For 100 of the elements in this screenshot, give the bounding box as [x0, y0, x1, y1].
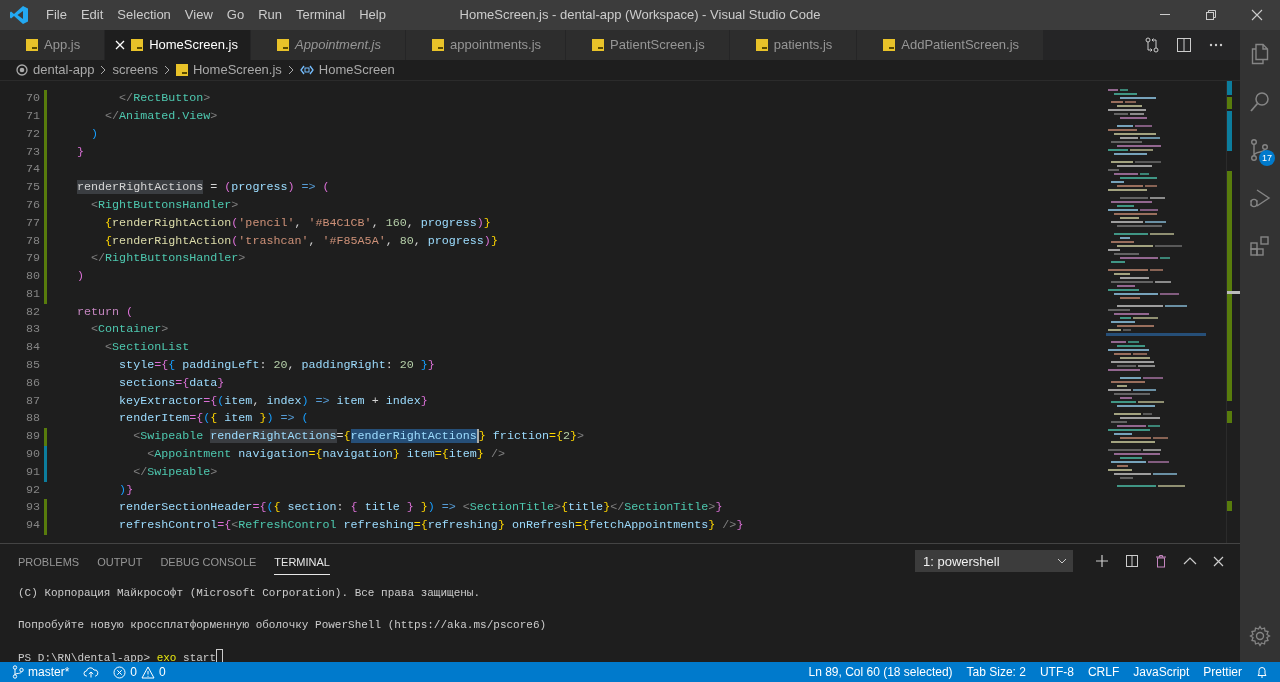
terminal-select[interactable]: 1: powershell — [915, 550, 1073, 573]
line-number: 71 — [24, 107, 40, 125]
breadcrumb-item[interactable]: HomeScreen — [318, 60, 395, 80]
line-number: 88 — [24, 410, 40, 428]
bell-icon[interactable] — [1256, 665, 1268, 679]
status-item[interactable]: Ln 89, Col 60 (18 selected) — [801, 662, 960, 682]
problems-indicator[interactable]: 0 0 — [106, 662, 173, 682]
terminal-argument: start — [183, 651, 217, 664]
status-item[interactable]: JavaScript — [1126, 662, 1197, 682]
js-file-icon — [592, 39, 605, 51]
panel-tab[interactable]: PROBLEMS — [18, 548, 80, 575]
line-number: 72 — [24, 125, 40, 143]
editor-tab[interactable]: Appointment.js — [251, 30, 406, 60]
code-line: return ( — [76, 303, 134, 321]
status-item[interactable]: Prettier — [1196, 662, 1249, 682]
editor-tab[interactable]: patients.js — [729, 30, 858, 60]
symbol-icon — [299, 64, 314, 76]
panel-tab[interactable]: OUTPUT — [97, 548, 143, 575]
code-line: {renderRightAction('trashcan', '#F85A5A', 80, progress)} — [104, 232, 498, 250]
code-line: <Appointment navigation={navigation} item={item} /> — [146, 446, 505, 464]
code-line: <SectionList — [104, 339, 190, 357]
js-file-icon — [277, 39, 289, 51]
code-line: renderItem={({ item }) => ( — [118, 410, 309, 428]
line-number: 76 — [24, 196, 40, 214]
trash-icon[interactable] — [1155, 554, 1167, 569]
js-file-icon — [131, 39, 144, 51]
menu-item[interactable]: Go — [219, 0, 252, 30]
add-icon[interactable] — [1095, 554, 1109, 569]
folder-circle-icon — [16, 64, 28, 76]
code-line: style={{ paddingLeft: 20, paddingRight: 20 }} — [118, 357, 435, 375]
search-icon[interactable] — [1248, 90, 1272, 114]
editor-tab[interactable]: appointments.js — [406, 30, 567, 60]
code-line: <Container> — [90, 321, 169, 339]
code-line: renderRightActions = (progress) => ( — [76, 179, 330, 197]
code-line: ) — [90, 125, 99, 143]
menu-item[interactable]: Selection — [110, 0, 178, 30]
line-number: 85 — [24, 357, 40, 375]
js-file-icon — [883, 39, 896, 51]
app-logo-icon — [9, 5, 29, 25]
line-number: 84 — [24, 339, 40, 357]
split-editor-icon[interactable] — [1176, 37, 1192, 53]
editor-tab[interactable]: AddPatientScreen.js — [857, 30, 1045, 60]
code-line: </RectButton> — [118, 90, 211, 108]
panel-tab[interactable]: TERMINAL — [274, 548, 330, 575]
js-file-icon — [432, 39, 444, 51]
cloud-upload-icon[interactable] — [83, 666, 100, 678]
line-number: 74 — [24, 161, 40, 179]
line-number: 86 — [24, 374, 40, 392]
code-line: </Animated.View> — [104, 107, 218, 125]
status-item[interactable]: Tab Size: 2 — [959, 662, 1033, 682]
terminal-output: (C) Корпорация Майкрософт (Microsoft Corporation). Все права защищены. — [18, 586, 481, 599]
settings-icon[interactable] — [1248, 624, 1272, 648]
breadcrumb-item[interactable]: dental-app — [33, 60, 95, 80]
line-number: 93 — [24, 499, 40, 517]
terminal-prompt: PS D:\RN\dental-app> — [18, 651, 151, 664]
line-number: 77 — [24, 214, 40, 232]
chevron-right-icon — [99, 65, 108, 75]
line-number: 87 — [24, 392, 40, 410]
menu-item[interactable]: Edit — [73, 0, 111, 30]
code-line: </Swipeable> — [132, 463, 218, 481]
count-badge: 17 — [1259, 150, 1275, 166]
code-line: refreshControl={<RefreshControl refreshing={refreshing} onRefresh={fetchAppointments} />} — [118, 517, 744, 535]
terminal-command: exo — [156, 651, 177, 664]
status-item[interactable]: CRLF — [1080, 662, 1127, 682]
run-debug-icon[interactable] — [1248, 186, 1272, 210]
branch-indicator[interactable]: master* — [0, 662, 77, 682]
extensions-icon[interactable] — [1248, 234, 1272, 258]
line-number: 89 — [24, 428, 40, 446]
js-file-icon — [176, 64, 188, 76]
code-line: ) — [76, 268, 85, 286]
close-icon[interactable] — [1251, 9, 1263, 21]
line-number: 91 — [24, 463, 40, 481]
split-terminal-icon[interactable] — [1125, 554, 1139, 569]
code-line: )} — [118, 481, 134, 499]
panel-tab[interactable]: DEBUG CONSOLE — [160, 548, 257, 575]
close-icon[interactable] — [1213, 555, 1224, 567]
editor-tab[interactable]: App.js — [0, 30, 106, 60]
breadcrumb-item[interactable]: HomeScreen.js — [193, 60, 282, 80]
compare-changes-icon[interactable] — [1144, 37, 1160, 53]
code-line: <Swipeable renderRightActions={renderRightActions } friction={2}> — [132, 428, 585, 446]
restore-icon[interactable] — [1205, 9, 1217, 21]
menu-item[interactable]: File — [39, 0, 74, 30]
line-number: 80 — [24, 268, 40, 286]
menu-item[interactable]: Run — [251, 0, 289, 30]
editor-tab[interactable]: HomeScreen.js — [105, 30, 251, 60]
menu-item[interactable]: Help — [352, 0, 393, 30]
editor-tab[interactable]: PatientScreen.js — [566, 30, 730, 60]
window-title: HomeScreen.js - dental-app (Workspace) - Visual Studio Code — [459, 6, 821, 24]
breadcrumb-item[interactable]: screens — [112, 60, 158, 80]
code-line: keyExtractor={(item, index) => item + index} — [118, 392, 428, 410]
chevron-down-icon — [1057, 558, 1067, 565]
code-line: renderSectionHeader={({ section: { title } }) => <SectionTitle>{title}</SectionTitle>} — [118, 499, 723, 517]
menu-item[interactable]: Terminal — [289, 0, 353, 30]
menu-item[interactable]: View — [177, 0, 220, 30]
line-number: 83 — [24, 321, 40, 339]
chevron-up-icon[interactable] — [1183, 557, 1197, 566]
line-number: 75 — [24, 179, 40, 197]
js-file-icon — [26, 39, 38, 51]
chevron-right-icon — [163, 65, 171, 75]
status-item[interactable]: UTF-8 — [1032, 662, 1081, 682]
